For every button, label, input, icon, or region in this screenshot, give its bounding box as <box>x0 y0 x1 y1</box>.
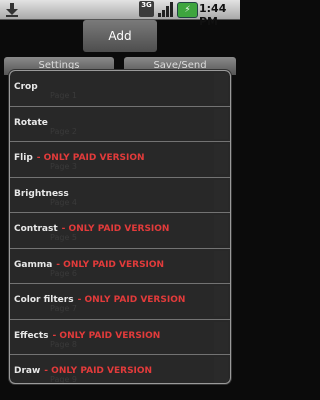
background-page-label: Page 1 <box>50 91 77 100</box>
download-icon[interactable] <box>5 2 19 17</box>
menu-item-label: Flip - ONLY PAID VERSION <box>14 153 145 163</box>
add-button[interactable]: Add <box>83 20 157 52</box>
menu-item-draw[interactable]: Page 9 Draw - ONLY PAID VERSION <box>10 355 230 383</box>
menu-item-brightness[interactable]: Page 4 Brightness <box>10 177 230 213</box>
paid-version-badge: - ONLY PAID VERSION <box>36 153 145 163</box>
background-page-label: Page 4 <box>50 197 77 207</box>
label-text: Color filters <box>14 295 74 305</box>
menu-item-label: Effects - ONLY PAID VERSION <box>14 331 160 341</box>
menu-item-rotate[interactable]: Page 2 Rotate <box>10 106 230 142</box>
edit-options-dialog: Page 1 Crop Page 2 Rotate Page 3 Flip - O… <box>9 70 231 384</box>
menu-item-contrast[interactable]: Page 5 Contrast - ONLY PAID VERSION <box>10 213 230 249</box>
menu-item-color-filters[interactable]: Page 7 Color filters - ONLY PAID VERSION <box>10 284 230 320</box>
menu-item-flip[interactable]: Page 3 Flip - ONLY PAID VERSION <box>10 142 230 178</box>
background-thumbnail <box>214 73 228 103</box>
background-page-label: Page 3 <box>50 162 77 171</box>
background-thumbnail <box>214 321 228 352</box>
menu-item-crop[interactable]: Page 1 Crop <box>10 71 230 107</box>
background-thumbnail <box>214 144 228 174</box>
menu-item-label: Draw - ONLY PAID VERSION <box>14 366 152 376</box>
background-thumbnail <box>214 250 228 281</box>
background-page-label: Page 7 <box>50 304 77 313</box>
3g-icon: 3G <box>139 1 154 17</box>
paid-version-badge: - ONLY PAID VERSION <box>56 259 165 270</box>
label-text: Draw <box>14 366 41 376</box>
label-text: Gamma <box>14 259 53 270</box>
menu-item-label: Rotate <box>14 117 48 128</box>
battery-icon: ⚡ <box>177 2 198 18</box>
background-page-label: Page 8 <box>50 339 77 349</box>
clock: 1:44 PM <box>199 2 227 28</box>
signal-icon <box>158 2 173 17</box>
menu-item-effects[interactable]: Page 8 Effects - ONLY PAID VERSION <box>10 319 230 355</box>
paid-version-badge: - ONLY PAID VERSION <box>77 295 186 305</box>
background-thumbnail <box>214 215 228 245</box>
menu-item-label: Gamma - ONLY PAID VERSION <box>14 260 164 270</box>
paid-version-badge: - ONLY PAID VERSION <box>52 330 161 341</box>
background-page-label: Page 9 <box>50 375 77 383</box>
background-thumbnail <box>214 108 228 139</box>
background-thumbnail <box>214 179 228 210</box>
label-text: Effects <box>14 330 49 341</box>
menu-item-gamma[interactable]: Page 6 Gamma - ONLY PAID VERSION <box>10 248 230 284</box>
menu-item-label: Brightness <box>14 188 69 199</box>
label-text: Contrast <box>14 224 58 234</box>
background-page-label: Page 2 <box>50 126 77 136</box>
background-thumbnail <box>214 357 228 383</box>
paid-version-badge: - ONLY PAID VERSION <box>44 366 153 376</box>
edit-options-list: Page 1 Crop Page 2 Rotate Page 3 Flip - O… <box>10 71 230 383</box>
menu-item-label: Color filters - ONLY PAID VERSION <box>14 295 185 305</box>
paid-version-badge: - ONLY PAID VERSION <box>61 224 170 234</box>
status-bar: 3G ⚡ 1:44 PM <box>0 0 240 28</box>
menu-item-label: Crop <box>14 82 38 92</box>
background-page-label: Page 6 <box>50 268 77 278</box>
network-type: 3G <box>141 1 152 9</box>
menu-item-label: Contrast - ONLY PAID VERSION <box>14 224 169 234</box>
background-thumbnail <box>214 286 228 316</box>
background-page-label: Page 5 <box>50 233 77 242</box>
label-text: Flip <box>14 153 33 163</box>
